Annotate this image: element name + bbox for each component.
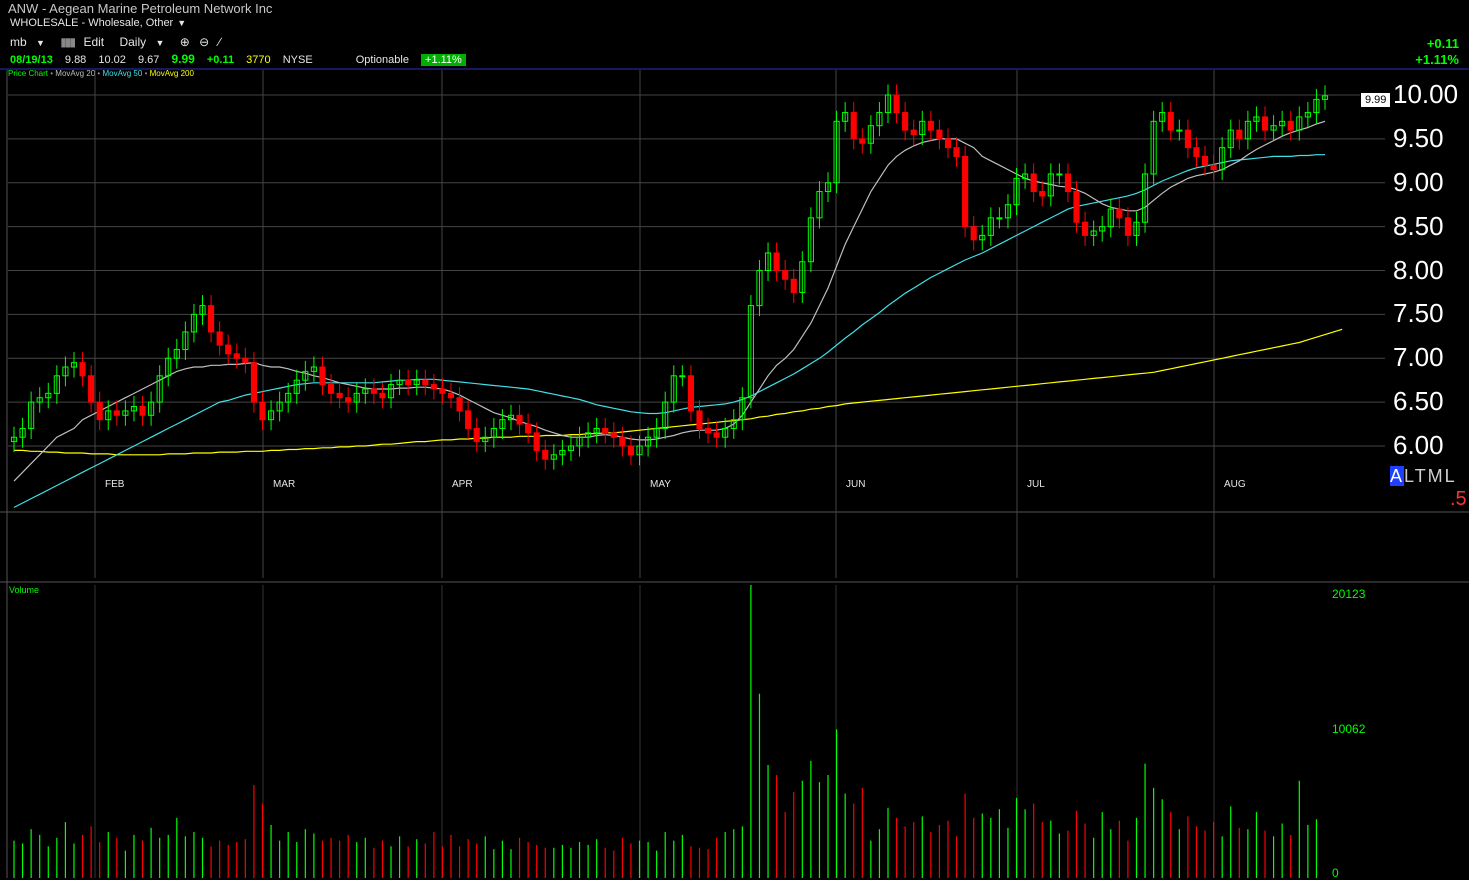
volume-label: Volume	[9, 585, 40, 595]
candle-body	[370, 388, 377, 394]
candle-body	[970, 226, 977, 241]
candle-body	[713, 432, 720, 438]
candle-body	[619, 436, 626, 447]
candle-body	[687, 375, 694, 412]
candle-body	[602, 427, 609, 434]
candle-body	[327, 384, 335, 394]
ma200-line	[14, 328, 1343, 456]
candle-body	[1124, 217, 1131, 236]
month-label: MAY	[650, 479, 671, 490]
candle-body	[850, 112, 857, 140]
candle-body	[1193, 147, 1200, 157]
candle-body	[113, 410, 120, 416]
candle-body	[336, 392, 343, 399]
candle-body	[447, 392, 455, 399]
month-label: MAR	[273, 479, 296, 490]
price-tick-label: 9.50	[1393, 122, 1444, 153]
price-tick-label: 6.00	[1393, 430, 1444, 460]
month-label: APR	[452, 479, 473, 490]
candle-body	[422, 379, 429, 386]
candle-body	[242, 357, 249, 364]
candle-body	[1210, 164, 1217, 171]
candle-body	[704, 427, 712, 434]
candle-body	[516, 414, 523, 425]
candle-body	[225, 344, 232, 355]
candle-body	[944, 138, 952, 149]
month-label: AUG	[1224, 479, 1246, 490]
candle-body	[430, 384, 437, 390]
candle-body	[936, 129, 943, 140]
candle-body	[1039, 191, 1046, 197]
altml-a[interactable]: A	[1390, 466, 1405, 486]
candle-body	[902, 112, 909, 131]
candle-body	[465, 410, 472, 429]
candle-body	[962, 155, 969, 228]
candle-body	[610, 432, 617, 438]
stock-chart-svg[interactable]	[0, 0, 1469, 878]
altml-rest[interactable]: LTML	[1404, 466, 1457, 486]
dot5-label: .5	[1450, 488, 1467, 510]
candle-body	[1030, 173, 1037, 193]
month-label: JUL	[1027, 479, 1045, 490]
candle-body	[405, 379, 412, 386]
candle-body	[679, 375, 686, 378]
candle-body	[542, 449, 549, 460]
last-price-tag: 9.99	[1360, 92, 1392, 108]
candle-body	[208, 305, 215, 333]
volume-tick-label: 20123	[1332, 587, 1366, 601]
candle-body	[1287, 120, 1294, 131]
candle-body	[473, 427, 480, 443]
candle-body	[927, 120, 934, 131]
candle-body	[88, 375, 95, 403]
candle-body	[345, 397, 352, 403]
candle-body	[525, 423, 532, 434]
month-label: FEB	[105, 479, 125, 490]
candle-body	[250, 362, 257, 403]
candle-body	[790, 278, 797, 293]
candle-body	[782, 270, 789, 280]
candle-body	[1064, 173, 1072, 193]
candle-body	[139, 406, 146, 416]
candle-body	[456, 397, 463, 412]
candle-body	[233, 353, 240, 359]
price-tick-label: 7.00	[1393, 342, 1444, 373]
candle-body	[1073, 191, 1080, 223]
price-tick-label: 7.50	[1393, 298, 1444, 329]
month-label: JUN	[846, 479, 866, 490]
candle-body	[379, 392, 386, 399]
candle-body	[996, 217, 1003, 220]
candle-body	[1056, 173, 1063, 176]
candle-body	[696, 410, 703, 429]
candle-body	[96, 401, 103, 421]
candle-body	[627, 445, 635, 456]
candle-body	[1201, 155, 1209, 166]
candle-body	[1176, 129, 1183, 132]
candle-body	[1184, 129, 1191, 149]
candle-body	[533, 432, 540, 451]
candle-body	[319, 366, 326, 386]
candle-body	[1116, 208, 1123, 219]
candle-body	[439, 388, 446, 394]
candle-body	[893, 94, 900, 114]
price-tick-label: 8.00	[1393, 254, 1444, 285]
candle-body	[773, 252, 780, 271]
candle-body	[1236, 129, 1243, 140]
candle-body	[259, 401, 266, 421]
volume-tick-label: 10062	[1332, 722, 1366, 736]
candle-body	[1082, 221, 1089, 236]
price-tick-label: 10.00	[1393, 79, 1459, 109]
candle-body	[859, 138, 866, 144]
candle-body	[1167, 112, 1174, 131]
altml-selector[interactable]: ALTML	[1390, 466, 1457, 487]
candle-body	[910, 129, 917, 135]
price-tick-label: 8.50	[1393, 210, 1444, 241]
price-tick-label: 9.00	[1393, 166, 1444, 197]
price-tick-label: 6.50	[1393, 386, 1444, 417]
candle-body	[1261, 116, 1269, 131]
candle-body	[216, 331, 223, 346]
candle-body	[953, 147, 960, 157]
candle-body	[79, 362, 86, 377]
